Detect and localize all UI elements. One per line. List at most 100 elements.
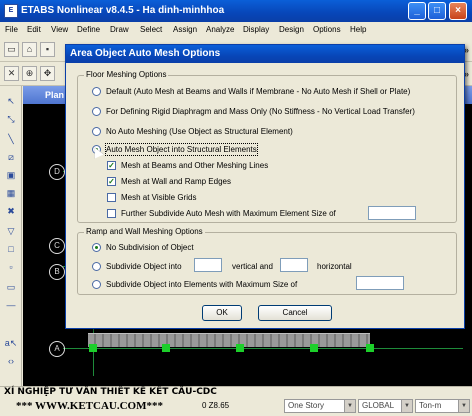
menu-display[interactable]: Display	[243, 25, 269, 34]
draw-point-icon[interactable]: ▫	[4, 260, 18, 274]
horizontal-count-input[interactable]	[280, 258, 308, 272]
radio-no-auto-meshing-label: No Auto Meshing (Use Object as Structura…	[106, 127, 293, 136]
maximize-button[interactable]: □	[428, 2, 446, 20]
menu-design[interactable]: Design	[279, 25, 304, 34]
close-button[interactable]: ×	[449, 2, 467, 20]
menu-assign[interactable]: Assign	[173, 25, 197, 34]
story-dropdown[interactable]: One Story ▼	[284, 399, 356, 413]
coord-system-dropdown[interactable]: GLOBAL ▼	[358, 399, 413, 413]
select-all-icon[interactable]: a↖	[4, 336, 18, 350]
check-mesh-visible-grids-label: Mesh at Visible Grids	[121, 193, 197, 202]
floor-meshing-group: Floor Meshing Options Default (Auto Mesh…	[77, 70, 457, 223]
rotate-icon[interactable]: ⊕	[22, 66, 37, 81]
draw-cross-icon[interactable]: ✖	[4, 204, 18, 218]
new-file-icon[interactable]: ▭	[4, 42, 19, 57]
menu-select[interactable]: Select	[140, 25, 162, 34]
radio-subdivide-max-size[interactable]: Subdivide Object into Elements with Maxi…	[92, 279, 342, 291]
check-mesh-beams-label: Mesh at Beams and Other Meshing Lines	[121, 161, 269, 170]
menu-view[interactable]: View	[51, 25, 68, 34]
draw-slab-icon[interactable]: ▭	[4, 280, 18, 294]
save-icon[interactable]: ▪	[40, 42, 55, 57]
ramp-wall-group-label: Ramp and Wall Meshing Options	[84, 227, 205, 236]
draw-wall-icon[interactable]: ▦	[4, 186, 18, 200]
radio-auto-mesh-structural[interactable]: Auto Mesh Object into Structural Element…	[92, 143, 454, 156]
grid-bubble-c[interactable]: C	[49, 238, 65, 254]
auto-mesh-options-dialog: Area Object Auto Mesh Options Floor Mesh…	[65, 44, 465, 329]
grid-bubble-d[interactable]: D	[49, 164, 65, 180]
radio-no-subdivision-label: No Subdivision of Object	[106, 243, 194, 252]
pointer-icon[interactable]: ✕	[4, 66, 19, 81]
column-marker[interactable]	[310, 344, 318, 352]
radio-button[interactable]	[92, 107, 101, 116]
units-value: Ton-m	[419, 401, 442, 410]
units-dropdown[interactable]: Ton-m ▼	[415, 399, 470, 413]
checkbox-checked[interactable]: ✓	[107, 177, 116, 186]
pan-icon[interactable]: ✥	[40, 66, 55, 81]
menu-analyze[interactable]: Analyze	[206, 25, 234, 34]
draw-tri-icon[interactable]: ▽	[4, 224, 18, 238]
dialog-title-bar: Area Object Auto Mesh Options	[66, 45, 464, 63]
menu-help[interactable]: Help	[350, 25, 366, 34]
column-marker[interactable]	[89, 344, 97, 352]
menu-options[interactable]: Options	[313, 25, 341, 34]
ok-button[interactable]: OK	[202, 305, 242, 321]
select-arrow-icon[interactable]: ↖	[4, 94, 18, 108]
draw-area-icon[interactable]: ▣	[4, 168, 18, 182]
radio-no-subdivision[interactable]: No Subdivision of Object	[92, 242, 292, 254]
reshape-icon[interactable]: ⤡	[4, 112, 18, 126]
radio-rigid-diaphragm[interactable]: For Defining Rigid Diaphragm and Mass On…	[92, 106, 454, 118]
radio-subdivide-object[interactable]: Subdivide Object into	[92, 261, 202, 273]
etabs-app-icon: E	[4, 4, 18, 18]
open-file-icon[interactable]: ⌂	[22, 42, 37, 57]
scroll-arrows-icon[interactable]: ‹›	[4, 354, 18, 368]
checkbox[interactable]	[107, 193, 116, 202]
checkbox[interactable]	[107, 209, 116, 218]
check-mesh-visible-grids[interactable]: Mesh at Visible Grids	[107, 192, 447, 204]
menu-file[interactable]: File	[5, 25, 18, 34]
minimize-button[interactable]: _	[408, 2, 426, 20]
max-element-size-input[interactable]	[368, 206, 416, 220]
draw-line-icon[interactable]: ╲	[4, 132, 18, 146]
z-coordinate-readout: 0 Z8.65	[202, 401, 230, 410]
menu-edit[interactable]: Edit	[27, 25, 41, 34]
check-further-subdivide[interactable]: Further Subdivide Auto Mesh with Maximum…	[107, 208, 357, 220]
chevron-down-icon[interactable]: ▼	[401, 400, 412, 412]
checkbox-checked[interactable]: ✓	[107, 161, 116, 170]
draw-line-2-icon[interactable]: —	[4, 298, 18, 312]
vertical-count-input[interactable]	[194, 258, 222, 272]
column-marker[interactable]	[366, 344, 374, 352]
dialog-title: Area Object Auto Mesh Options	[70, 48, 221, 59]
check-mesh-wall-ramp[interactable]: ✓ Mesh at Wall and Ramp Edges	[107, 176, 447, 188]
cancel-button[interactable]: Cancel	[258, 305, 332, 321]
radio-button-selected[interactable]	[92, 243, 101, 252]
radio-default[interactable]: Default (Auto Mesh at Beams and Walls if…	[92, 86, 454, 98]
radio-default-label: Default (Auto Mesh at Beams and Walls if…	[106, 87, 411, 96]
coord-system-value: GLOBAL	[362, 401, 395, 410]
vertical-and-label: vertical and	[232, 262, 273, 271]
radio-button[interactable]	[92, 262, 101, 271]
grid-bubble-a[interactable]: A	[49, 341, 65, 357]
radio-button[interactable]	[92, 87, 101, 96]
horizontal-label: horizontal	[317, 262, 352, 271]
check-mesh-beams[interactable]: ✓ Mesh at Beams and Other Meshing Lines	[107, 160, 447, 172]
column-marker[interactable]	[236, 344, 244, 352]
menu-define[interactable]: Define	[77, 25, 100, 34]
draw-rect-icon[interactable]: □	[4, 242, 18, 256]
draw-brace-icon[interactable]: ⧄	[4, 150, 18, 164]
meshed-beam-strip[interactable]	[88, 333, 370, 347]
grid-bubble-b[interactable]: B	[49, 264, 65, 280]
ramp-max-size-input[interactable]	[356, 276, 404, 290]
website-banner: *** WWW.KETCAU.COM***	[16, 400, 163, 412]
chevron-down-icon[interactable]: ▼	[344, 400, 355, 412]
chevron-down-icon[interactable]: ▼	[458, 400, 469, 412]
menu-draw[interactable]: Draw	[110, 25, 129, 34]
menu-bar: File Edit View Define Draw Select Assign…	[0, 22, 472, 38]
radio-button[interactable]	[92, 127, 101, 136]
radio-auto-mesh-structural-label: Auto Mesh Object into Structural Element…	[105, 143, 258, 156]
radio-no-auto-meshing[interactable]: No Auto Meshing (Use Object as Structura…	[92, 126, 454, 138]
radio-button[interactable]	[92, 280, 101, 289]
app-title-bar: E ETABS Nonlinear v8.4.5 - Ha dinh-minhh…	[0, 0, 472, 22]
column-marker[interactable]	[162, 344, 170, 352]
check-mesh-wall-ramp-label: Mesh at Wall and Ramp Edges	[121, 177, 231, 186]
radio-subdivide-max-size-label: Subdivide Object into Elements with Maxi…	[106, 280, 298, 289]
